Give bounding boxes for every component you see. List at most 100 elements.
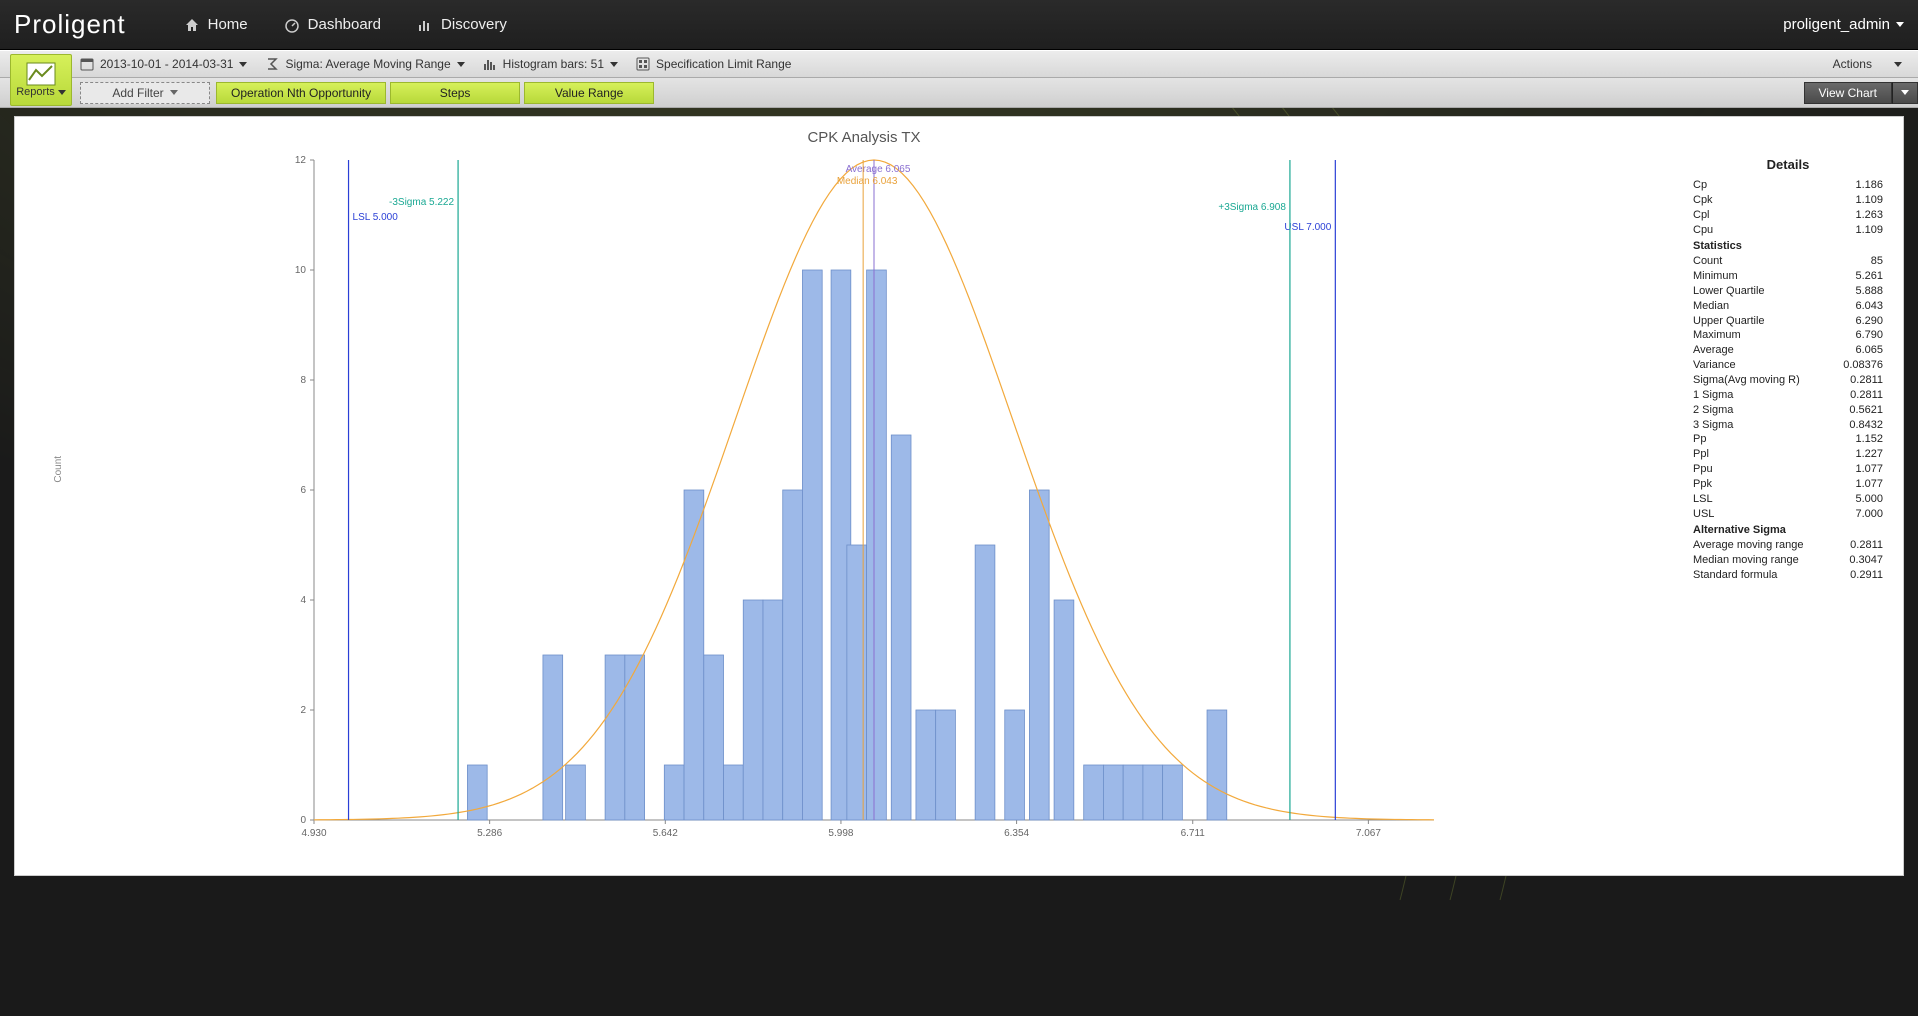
- svg-text:4.930: 4.930: [301, 828, 326, 839]
- filter-pill[interactable]: Steps: [390, 82, 520, 104]
- details-row: Cpk1.109: [1693, 193, 1883, 208]
- svg-text:LSL 5.000: LSL 5.000: [353, 212, 399, 223]
- nav-discovery-label: Discovery: [441, 16, 507, 33]
- details-row: Cp1.186: [1693, 178, 1883, 193]
- spec-limit-selector[interactable]: Specification Limit Range: [636, 57, 791, 71]
- details-row: Standard formula0.2911: [1693, 568, 1883, 583]
- details-row: Cpl1.263: [1693, 208, 1883, 223]
- details-row: Sigma(Avg moving R)0.2811: [1693, 373, 1883, 388]
- details-row: Variance0.08376: [1693, 358, 1883, 373]
- details-row: Upper Quartile6.290: [1693, 314, 1883, 329]
- details-row: 1 Sigma0.2811: [1693, 388, 1883, 403]
- actions-menu[interactable]: Actions: [1833, 57, 1902, 71]
- date-range-picker[interactable]: 2013-10-01 - 2014-03-31: [80, 57, 247, 71]
- nav-home[interactable]: Home: [166, 0, 266, 50]
- user-menu[interactable]: proligent_admin: [1783, 16, 1904, 33]
- sigma-icon: [265, 57, 279, 71]
- details-row: Cpu1.109: [1693, 223, 1883, 238]
- svg-text:8: 8: [300, 375, 306, 386]
- details-row: Ppu1.077: [1693, 462, 1883, 477]
- details-row: Average moving range0.2811: [1693, 538, 1883, 553]
- caret-down-icon: [1901, 90, 1909, 95]
- details-row: LSL5.000: [1693, 492, 1883, 507]
- home-icon: [184, 17, 200, 33]
- details-row: Minimum5.261: [1693, 269, 1883, 284]
- username: proligent_admin: [1783, 16, 1890, 33]
- svg-text:6.354: 6.354: [1004, 828, 1029, 839]
- caret-down-icon: [1896, 22, 1904, 27]
- app-logo: Proligent: [14, 9, 126, 40]
- toolbar: 2013-10-01 - 2014-03-31 Sigma: Average M…: [0, 50, 1918, 78]
- nav-discovery[interactable]: Discovery: [399, 0, 525, 50]
- add-filter-label: Add Filter: [112, 86, 163, 100]
- main-panel: CPK Analysis TX Count 0 2 4 6 8 10 12 4.930 5.28…: [14, 116, 1904, 876]
- details-panel: Details Cp1.186Cpk1.109Cpl1.263Cpu1.109S…: [1683, 117, 1903, 875]
- details-row: Statistics: [1693, 239, 1883, 254]
- view-chart-button[interactable]: View Chart: [1804, 82, 1892, 104]
- chart-title: CPK Analysis TX: [75, 129, 1653, 146]
- nav-dashboard[interactable]: Dashboard: [266, 0, 399, 50]
- filter-pill[interactable]: Operation Nth Opportunity: [216, 82, 386, 104]
- details-row: Median moving range0.3047: [1693, 553, 1883, 568]
- svg-text:Median 6.043: Median 6.043: [837, 176, 898, 187]
- cpk-chart: 0 2 4 6 8 10 12 4.930 5.286 5.642 5.998 6.354 6.711 7…: [75, 150, 1653, 850]
- details-row: Alternative Sigma: [1693, 523, 1883, 538]
- details-row: Average6.065: [1693, 343, 1883, 358]
- reports-button[interactable]: Reports: [10, 54, 72, 106]
- caret-down-icon: [170, 90, 178, 95]
- svg-text:5.642: 5.642: [653, 828, 678, 839]
- details-row: Maximum6.790: [1693, 328, 1883, 343]
- details-row: Ppk1.077: [1693, 477, 1883, 492]
- histogram-bars-selector[interactable]: Histogram bars: 51: [483, 57, 618, 71]
- details-row: 2 Sigma0.5621: [1693, 403, 1883, 418]
- view-chart-dropdown[interactable]: [1892, 82, 1918, 104]
- svg-text:5.286: 5.286: [477, 828, 502, 839]
- reports-label: Reports: [16, 86, 55, 98]
- svg-text:5.998: 5.998: [828, 828, 853, 839]
- details-row: Median6.043: [1693, 299, 1883, 314]
- view-chart-label: View Chart: [1819, 86, 1877, 100]
- y-axis-label: Count: [53, 456, 64, 483]
- chart-area: CPK Analysis TX Count 0 2 4 6 8 10 12 4.930 5.28…: [15, 117, 1683, 875]
- svg-text:6: 6: [300, 485, 306, 496]
- sigma-selector[interactable]: Sigma: Average Moving Range: [265, 57, 464, 71]
- caret-down-icon: [610, 62, 618, 67]
- caret-down-icon: [457, 62, 465, 67]
- details-row: 3 Sigma0.8432: [1693, 418, 1883, 433]
- svg-text:7.067: 7.067: [1356, 828, 1381, 839]
- date-range-label: 2013-10-01 - 2014-03-31: [100, 57, 233, 71]
- filter-row: Add Filter Operation Nth OpportunityStep…: [0, 78, 1918, 108]
- caret-down-icon: [58, 90, 66, 95]
- svg-text:6.711: 6.711: [1181, 828, 1206, 839]
- svg-text:4: 4: [300, 595, 306, 606]
- spec-limit-label: Specification Limit Range: [656, 57, 791, 71]
- caret-down-icon: [239, 62, 247, 67]
- details-row: Pp1.152: [1693, 432, 1883, 447]
- svg-text:+3Sigma 6.908: +3Sigma 6.908: [1218, 202, 1286, 213]
- details-row: USL7.000: [1693, 507, 1883, 522]
- histogram-label: Histogram bars: 51: [503, 57, 604, 71]
- svg-text:Average 6.065: Average 6.065: [846, 164, 911, 175]
- add-filter-button[interactable]: Add Filter: [80, 82, 210, 104]
- nav-dashboard-label: Dashboard: [308, 16, 381, 33]
- caret-down-icon: [1894, 62, 1902, 67]
- gauge-icon: [284, 17, 300, 33]
- svg-text:2: 2: [300, 705, 306, 716]
- bars-icon: [417, 17, 433, 33]
- details-row: Ppl1.227: [1693, 447, 1883, 462]
- svg-text:0: 0: [300, 815, 306, 826]
- calendar-icon: [80, 57, 94, 71]
- details-title: Details: [1693, 157, 1883, 172]
- svg-text:12: 12: [295, 155, 307, 166]
- svg-text:10: 10: [295, 265, 307, 276]
- chart-icon: [26, 62, 56, 86]
- filter-pill[interactable]: Value Range: [524, 82, 654, 104]
- histogram-icon: [483, 57, 497, 71]
- nav-home-label: Home: [208, 16, 248, 33]
- svg-text:-3Sigma 5.222: -3Sigma 5.222: [389, 197, 454, 208]
- sigma-label: Sigma: Average Moving Range: [285, 57, 450, 71]
- top-nav: Proligent Home Dashboard Discovery proli…: [0, 0, 1918, 50]
- spec-limit-icon: [636, 57, 650, 71]
- svg-text:USL 7.000: USL 7.000: [1284, 222, 1331, 233]
- details-row: Lower Quartile5.888: [1693, 284, 1883, 299]
